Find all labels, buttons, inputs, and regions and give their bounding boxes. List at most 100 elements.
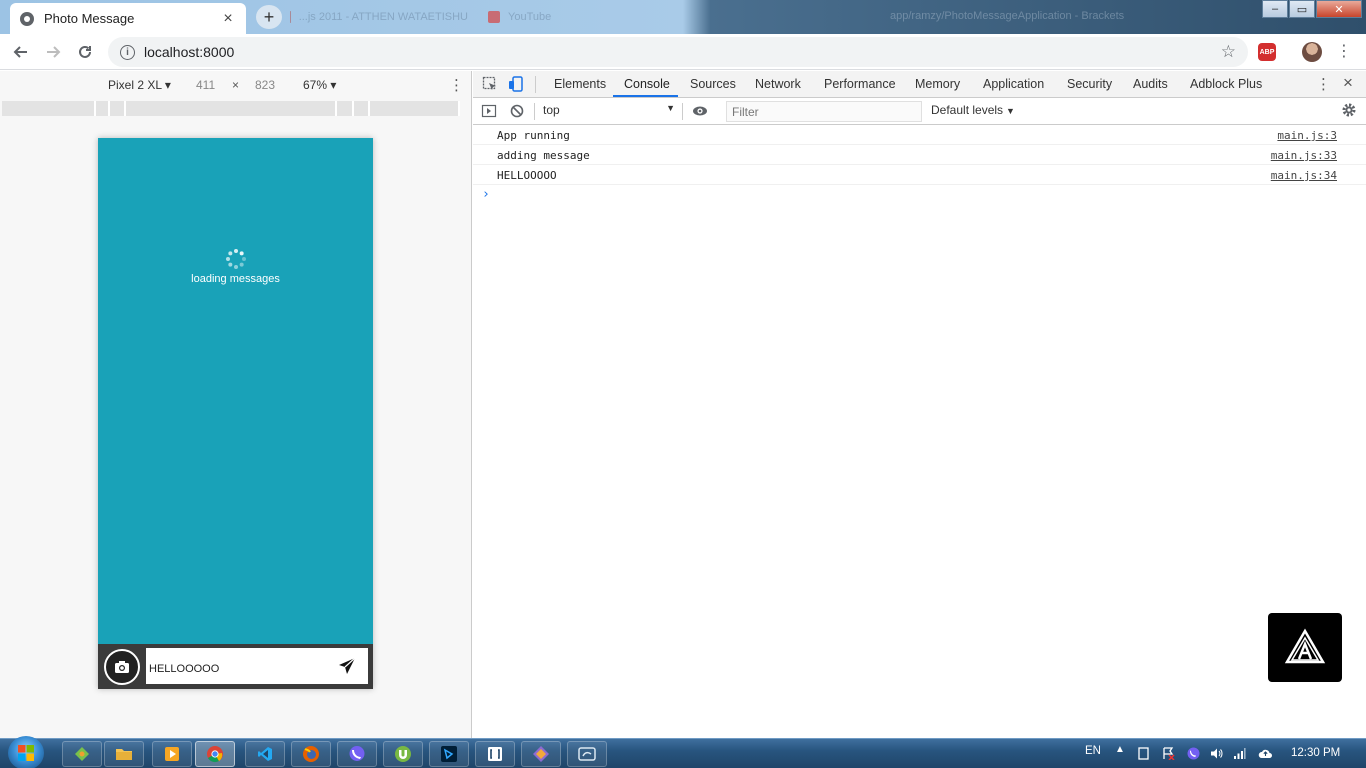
inspect-element-icon[interactable] [481,75,499,93]
ruler-segment[interactable] [337,101,354,116]
arrow-right-icon [47,45,61,58]
camera-button[interactable] [104,649,140,685]
inspect-cursor-icon [482,76,496,90]
spinner-dot [227,262,232,267]
tab-audits[interactable]: Audits [1133,77,1168,91]
ruler-segment[interactable] [2,101,96,116]
tab-console[interactable]: Console [624,77,670,91]
tray-expand-icon[interactable]: ▲ [1115,744,1125,755]
clear-console-icon[interactable] [508,102,526,120]
taskbar-file-explorer[interactable] [104,741,144,767]
console-prompt[interactable]: › [482,187,490,202]
context-select[interactable]: top ▼ [543,103,675,117]
taskbar-brackets[interactable] [475,741,515,767]
tab-memory[interactable]: Memory [915,77,960,91]
mobile-device-icon [509,76,523,92]
ruler-segment[interactable] [126,101,337,116]
background-tab-1[interactable]: ...js 2011 - ATTHEN WATAETISHU [290,8,468,26]
minimize-button[interactable]: – [1262,0,1288,18]
console-toolbar: top ▼ Default levels▼ [473,98,1366,125]
back-button[interactable] [10,41,32,63]
tab-adblock-plus[interactable]: Adblock Plus [1190,77,1262,91]
taskbar-utorrent[interactable] [383,741,423,767]
spinner-icon [225,248,247,270]
taskbar-vscode[interactable] [245,741,285,767]
taskbar-media-player[interactable] [152,741,192,767]
taskbar-viber[interactable] [337,741,377,767]
taskbar-app-window[interactable] [567,741,607,767]
forward-button[interactable] [42,41,64,63]
taskbar-chrome[interactable] [195,741,235,767]
tab-performance[interactable]: Performance [824,77,896,91]
ruler-segment[interactable] [96,101,110,116]
cloud-upload-icon[interactable] [1258,747,1273,760]
message-composer [98,644,373,689]
profile-avatar[interactable] [1302,42,1322,62]
diamond-app-icon [75,747,89,761]
taskbar-firefox[interactable] [291,741,331,767]
new-tab-button[interactable]: + [256,5,282,29]
browser-menu-icon[interactable]: ⋮ [1336,42,1352,62]
block-icon [510,104,524,118]
media-query-ruler[interactable] [2,101,470,116]
tab-sources[interactable]: Sources [690,77,736,91]
send-icon[interactable] [338,657,356,675]
device-toggle-icon[interactable] [507,75,525,93]
start-button[interactable] [8,736,44,768]
console-source-link[interactable]: main.js:3 [1277,129,1337,142]
background-tab-youtube[interactable]: YouTube [488,8,668,26]
adblock-extension-icon[interactable]: ABP [1258,43,1276,61]
network-signal-icon[interactable] [1233,747,1246,760]
language-indicator[interactable]: EN [1085,745,1101,757]
info-icon[interactable]: i [120,44,135,60]
console-sidebar-icon[interactable] [480,102,498,120]
reload-button[interactable] [74,41,96,63]
maximize-button[interactable]: ▭ [1289,0,1315,18]
device-width-input[interactable]: 411 [196,78,215,92]
tab-security[interactable]: Security [1067,77,1112,91]
device-options-icon[interactable]: ⋮ [449,76,464,94]
taskbar-gitkraken[interactable] [62,741,102,767]
console-settings-icon[interactable] [1340,101,1358,122]
tab-elements[interactable]: Elements [554,77,606,91]
volume-icon[interactable] [1210,747,1223,760]
viber-icon [349,746,365,761]
live-expression-icon[interactable] [691,102,709,120]
ruler-segment[interactable] [110,101,126,116]
app-window-icon [578,747,596,761]
ruler-segment[interactable] [354,101,370,116]
gear-icon [1342,103,1356,117]
log-levels-value: Default levels [931,103,1004,117]
log-levels-select[interactable]: Default levels ▼ [931,103,1015,117]
tab-photo-message[interactable]: Photo Message × [10,3,246,34]
zoom-value: 67% [303,78,328,92]
tab-network[interactable]: Network [755,77,801,91]
clock[interactable]: 12:30 PM [1291,747,1340,759]
photoshop-icon [441,746,457,762]
message-input[interactable] [146,648,368,684]
zoom-select[interactable]: 67% ▾ [303,78,336,92]
console-source-link[interactable]: main.js:33 [1271,149,1337,162]
console-source-link[interactable]: main.js:34 [1271,169,1337,182]
console-filter-input[interactable] [726,101,922,122]
device-height-input[interactable]: 823 [255,78,275,92]
flag-tray-icon[interactable] [1162,747,1175,760]
ruler-segment[interactable] [370,101,460,116]
camera-icon [115,661,129,673]
devtools-menu-icon[interactable]: ⋮ [1316,75,1331,93]
tab-application[interactable]: Application [983,77,1044,91]
browser-toolbar: i localhost:8000 ☆ ABP ⋮ [0,34,1366,70]
close-tab-button[interactable]: × [220,10,236,28]
taskbar-sourcetree[interactable] [521,741,561,767]
floating-app-logo[interactable] [1268,613,1342,682]
devtools-close-icon[interactable]: × [1343,73,1353,93]
taskbar-photoshop[interactable] [429,741,469,767]
device-select[interactable]: Pixel 2 XL ▾ [108,78,171,92]
viber-tray-icon[interactable] [1187,747,1200,760]
bookmark-star-icon[interactable]: ☆ [1221,42,1236,62]
chrome-icon [207,746,223,763]
window-close-button[interactable]: ✕ [1316,0,1362,18]
device-tray-icon[interactable] [1137,747,1150,760]
app-viewport: loading messages [98,138,373,689]
address-bar[interactable]: i localhost:8000 ☆ [108,37,1248,67]
